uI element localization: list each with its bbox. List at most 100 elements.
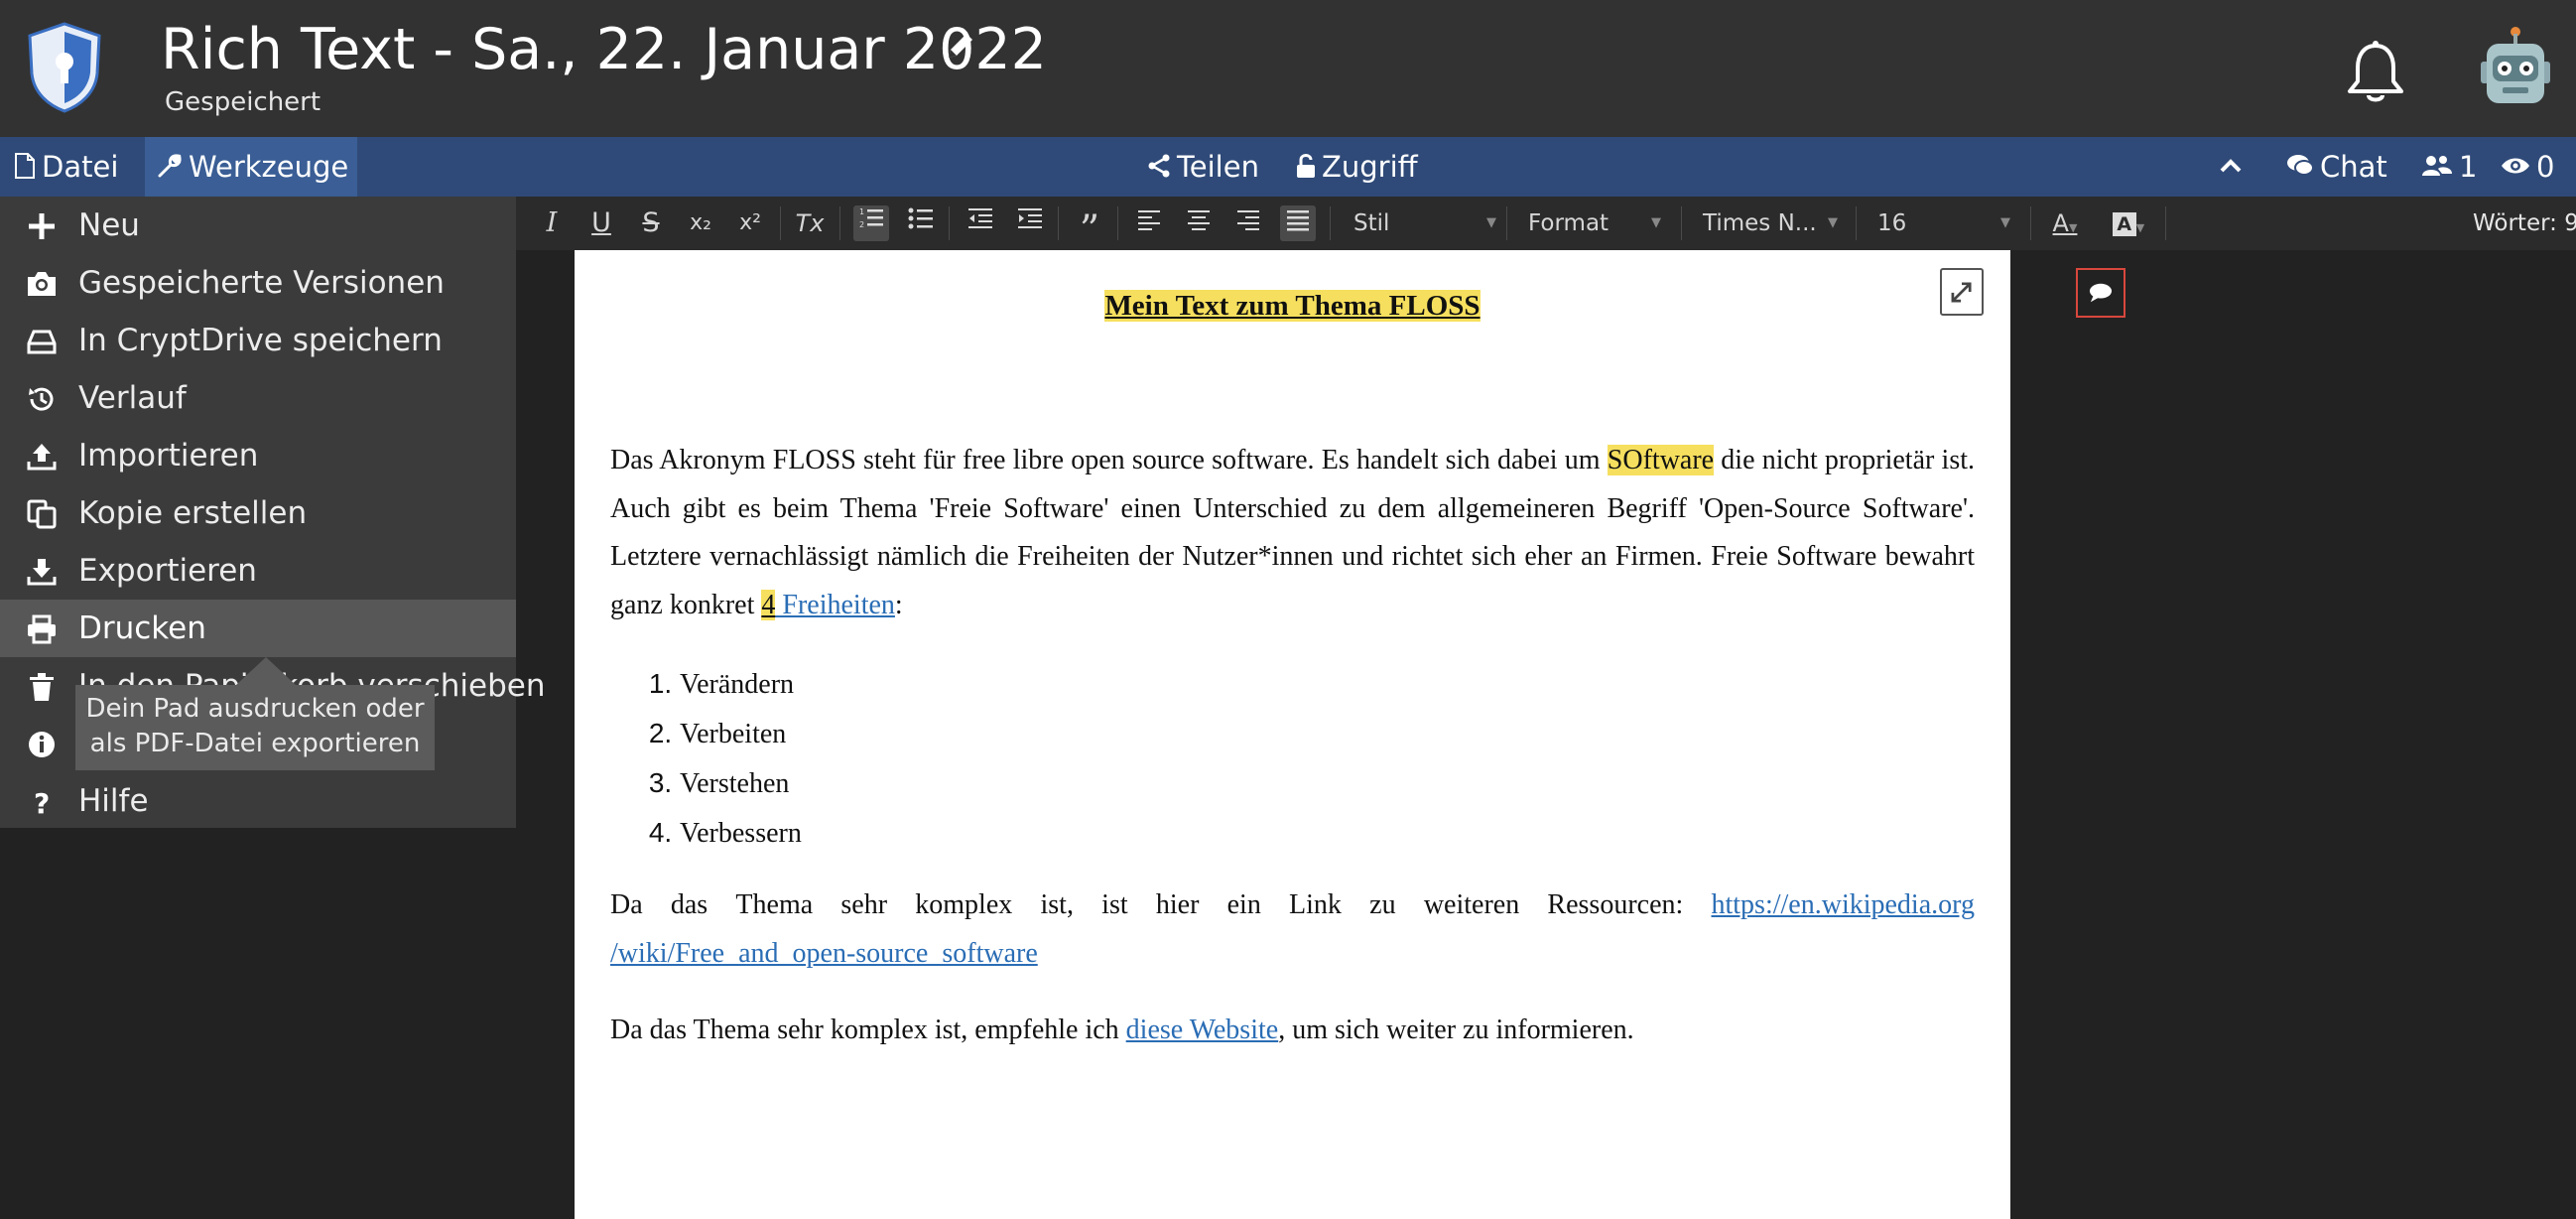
list-item: Verbeiten — [680, 709, 802, 758]
collapse-toolbar-button[interactable] — [2219, 137, 2249, 197]
align-left-button[interactable] — [1131, 205, 1167, 241]
align-center-icon — [1188, 210, 1210, 230]
paragraph: Da das Thema sehr komplex ist, empfehle … — [610, 1007, 1975, 1055]
subscript-button[interactable]: x₂ — [683, 205, 718, 241]
italic-button[interactable]: I — [534, 205, 570, 241]
align-center-button[interactable] — [1181, 205, 1217, 241]
toolbar-separator — [1506, 206, 1507, 240]
font-select[interactable]: Times N... ▼ — [1703, 205, 1844, 241]
menu-item-import[interactable]: Importieren — [0, 427, 516, 484]
menu-item-help[interactable]: ? Hilfe — [0, 772, 516, 830]
word: Da — [610, 889, 643, 920]
menu-item-export[interactable]: Exportieren — [0, 542, 516, 600]
paragraph-text: , um sich weiter zu informieren. — [1278, 1015, 1634, 1045]
drive-icon — [27, 330, 57, 354]
background-color-button[interactable]: A ▼ — [2104, 205, 2153, 241]
file-menu-button[interactable]: Datei — [0, 137, 132, 197]
align-justify-icon — [1287, 210, 1309, 231]
word: ist, — [1040, 889, 1074, 920]
outdent-icon — [968, 208, 992, 228]
paragraph-text: Das Akronym FLOSS steht für free libre o… — [610, 445, 1608, 475]
bullet-list-button[interactable] — [903, 205, 939, 241]
svg-text:?: ? — [34, 787, 50, 818]
tools-menu-button[interactable]: Werkzeuge — [145, 137, 357, 197]
cryptpad-logo[interactable] — [26, 22, 103, 113]
word: zu — [1369, 889, 1396, 920]
wrench-icon — [158, 154, 182, 178]
superscript-button[interactable]: x² — [732, 205, 768, 241]
word: sehr — [840, 889, 888, 920]
document-page[interactable]: Mein Text zum Thema FLOSS Das Akronym FL… — [575, 250, 2010, 1219]
highlighted-text: 4 — [761, 589, 776, 620]
comment-icon[interactable] — [2076, 268, 2125, 318]
paragraph-line: /wiki/Free_and_open-source_software — [610, 930, 1975, 979]
viewers-button[interactable]: 0 — [2501, 137, 2554, 197]
format-select[interactable]: Format ▼ — [1528, 205, 1667, 241]
numbered-list-button[interactable]: 12 — [853, 205, 889, 241]
menu-item-copy[interactable]: Kopie erstellen — [0, 484, 516, 542]
share-button[interactable]: Teilen — [1147, 137, 1259, 197]
toolbar-separator — [1330, 206, 1331, 240]
chat-icon — [2287, 155, 2314, 176]
plus-icon — [29, 213, 55, 239]
chat-label: Chat — [2320, 150, 2387, 184]
document-title[interactable]: Rich Text - Sa., 22. Januar 2022 — [161, 10, 1047, 89]
menu-item-label: Drucken — [78, 610, 206, 646]
menu-item-label: Importieren — [78, 438, 259, 474]
tooltip-text: Dein Pad ausdrucken oder — [85, 694, 425, 724]
toolbar-separator — [2030, 206, 2031, 240]
copy-icon — [27, 499, 57, 529]
website-link[interactable]: diese Website — [1126, 1015, 1279, 1045]
toolbar-separator — [1058, 206, 1059, 240]
viewers-count: 0 — [2536, 150, 2555, 184]
font-size-select[interactable]: 16 ▼ — [1877, 205, 2016, 241]
app-menubar: Datei Werkzeuge Teilen Zugriff Chat 1 0 — [0, 137, 2576, 197]
menu-item-label: Neu — [78, 207, 140, 243]
blockquote-button[interactable]: ” — [1072, 205, 1107, 253]
word: Link — [1289, 889, 1342, 920]
toolbar-separator — [780, 206, 781, 240]
freedoms-link[interactable]: Freiheiten — [775, 590, 895, 620]
print-tooltip: Dein Pad ausdrucken oder als PDF-Datei e… — [75, 685, 435, 770]
access-button[interactable]: Zugriff — [1296, 137, 1418, 197]
avatar[interactable] — [2475, 26, 2556, 111]
style-select[interactable]: Stil ▼ — [1353, 205, 1502, 241]
lock-open-icon — [1297, 154, 1315, 178]
list-item: Verstehen — [680, 758, 802, 808]
print-icon — [28, 614, 56, 644]
toolbar-separator — [949, 206, 950, 240]
online-users-button[interactable]: 1 — [2421, 137, 2477, 197]
tooltip-arrow — [236, 657, 296, 685]
chat-button[interactable]: Chat — [2286, 137, 2387, 197]
eye-icon — [2502, 158, 2529, 174]
remove-format-button[interactable]: Tx — [792, 205, 828, 241]
chevron-up-icon — [2220, 159, 2242, 173]
share-label: Teilen — [1177, 150, 1259, 184]
word: Thema — [735, 889, 814, 920]
menu-item-history[interactable]: Verlauf — [0, 369, 516, 427]
download-icon — [27, 559, 57, 586]
underline-button[interactable]: U — [583, 205, 619, 241]
wikipedia-link[interactable]: /wiki/Free_and_open-source_software — [610, 938, 1038, 969]
strikethrough-button[interactable]: S — [633, 205, 669, 241]
style-select-value: Stil — [1353, 210, 1390, 236]
menu-item-new[interactable]: Neu — [0, 197, 516, 254]
toolbar-separator — [1856, 206, 1857, 240]
bell-icon[interactable] — [2344, 40, 2407, 107]
file-icon — [15, 153, 35, 179]
indent-button[interactable] — [1012, 205, 1048, 241]
wikipedia-link[interactable]: https://en.wikipedia.org — [1712, 881, 1975, 930]
pencil-icon[interactable] — [943, 28, 978, 64]
text-color-button[interactable]: A▼ — [2040, 205, 2090, 241]
numbered-list: Verändern Verbeiten Verstehen Verbessern — [636, 659, 802, 858]
menu-item-save-to-drive[interactable]: In CryptDrive speichern — [0, 312, 516, 369]
menu-item-print[interactable]: Drucken — [0, 600, 516, 657]
outdent-button[interactable] — [963, 205, 998, 241]
menu-item-saved-versions[interactable]: Gespeicherte Versionen — [0, 254, 516, 312]
list-item: Verändern — [680, 659, 802, 709]
paragraph: Das Akronym FLOSS steht für free libre o… — [610, 437, 1975, 629]
align-right-button[interactable] — [1230, 205, 1266, 241]
tools-menu-label: Werkzeuge — [189, 150, 349, 184]
justify-button[interactable] — [1280, 205, 1316, 241]
font-select-value: Times N... — [1703, 210, 1817, 236]
